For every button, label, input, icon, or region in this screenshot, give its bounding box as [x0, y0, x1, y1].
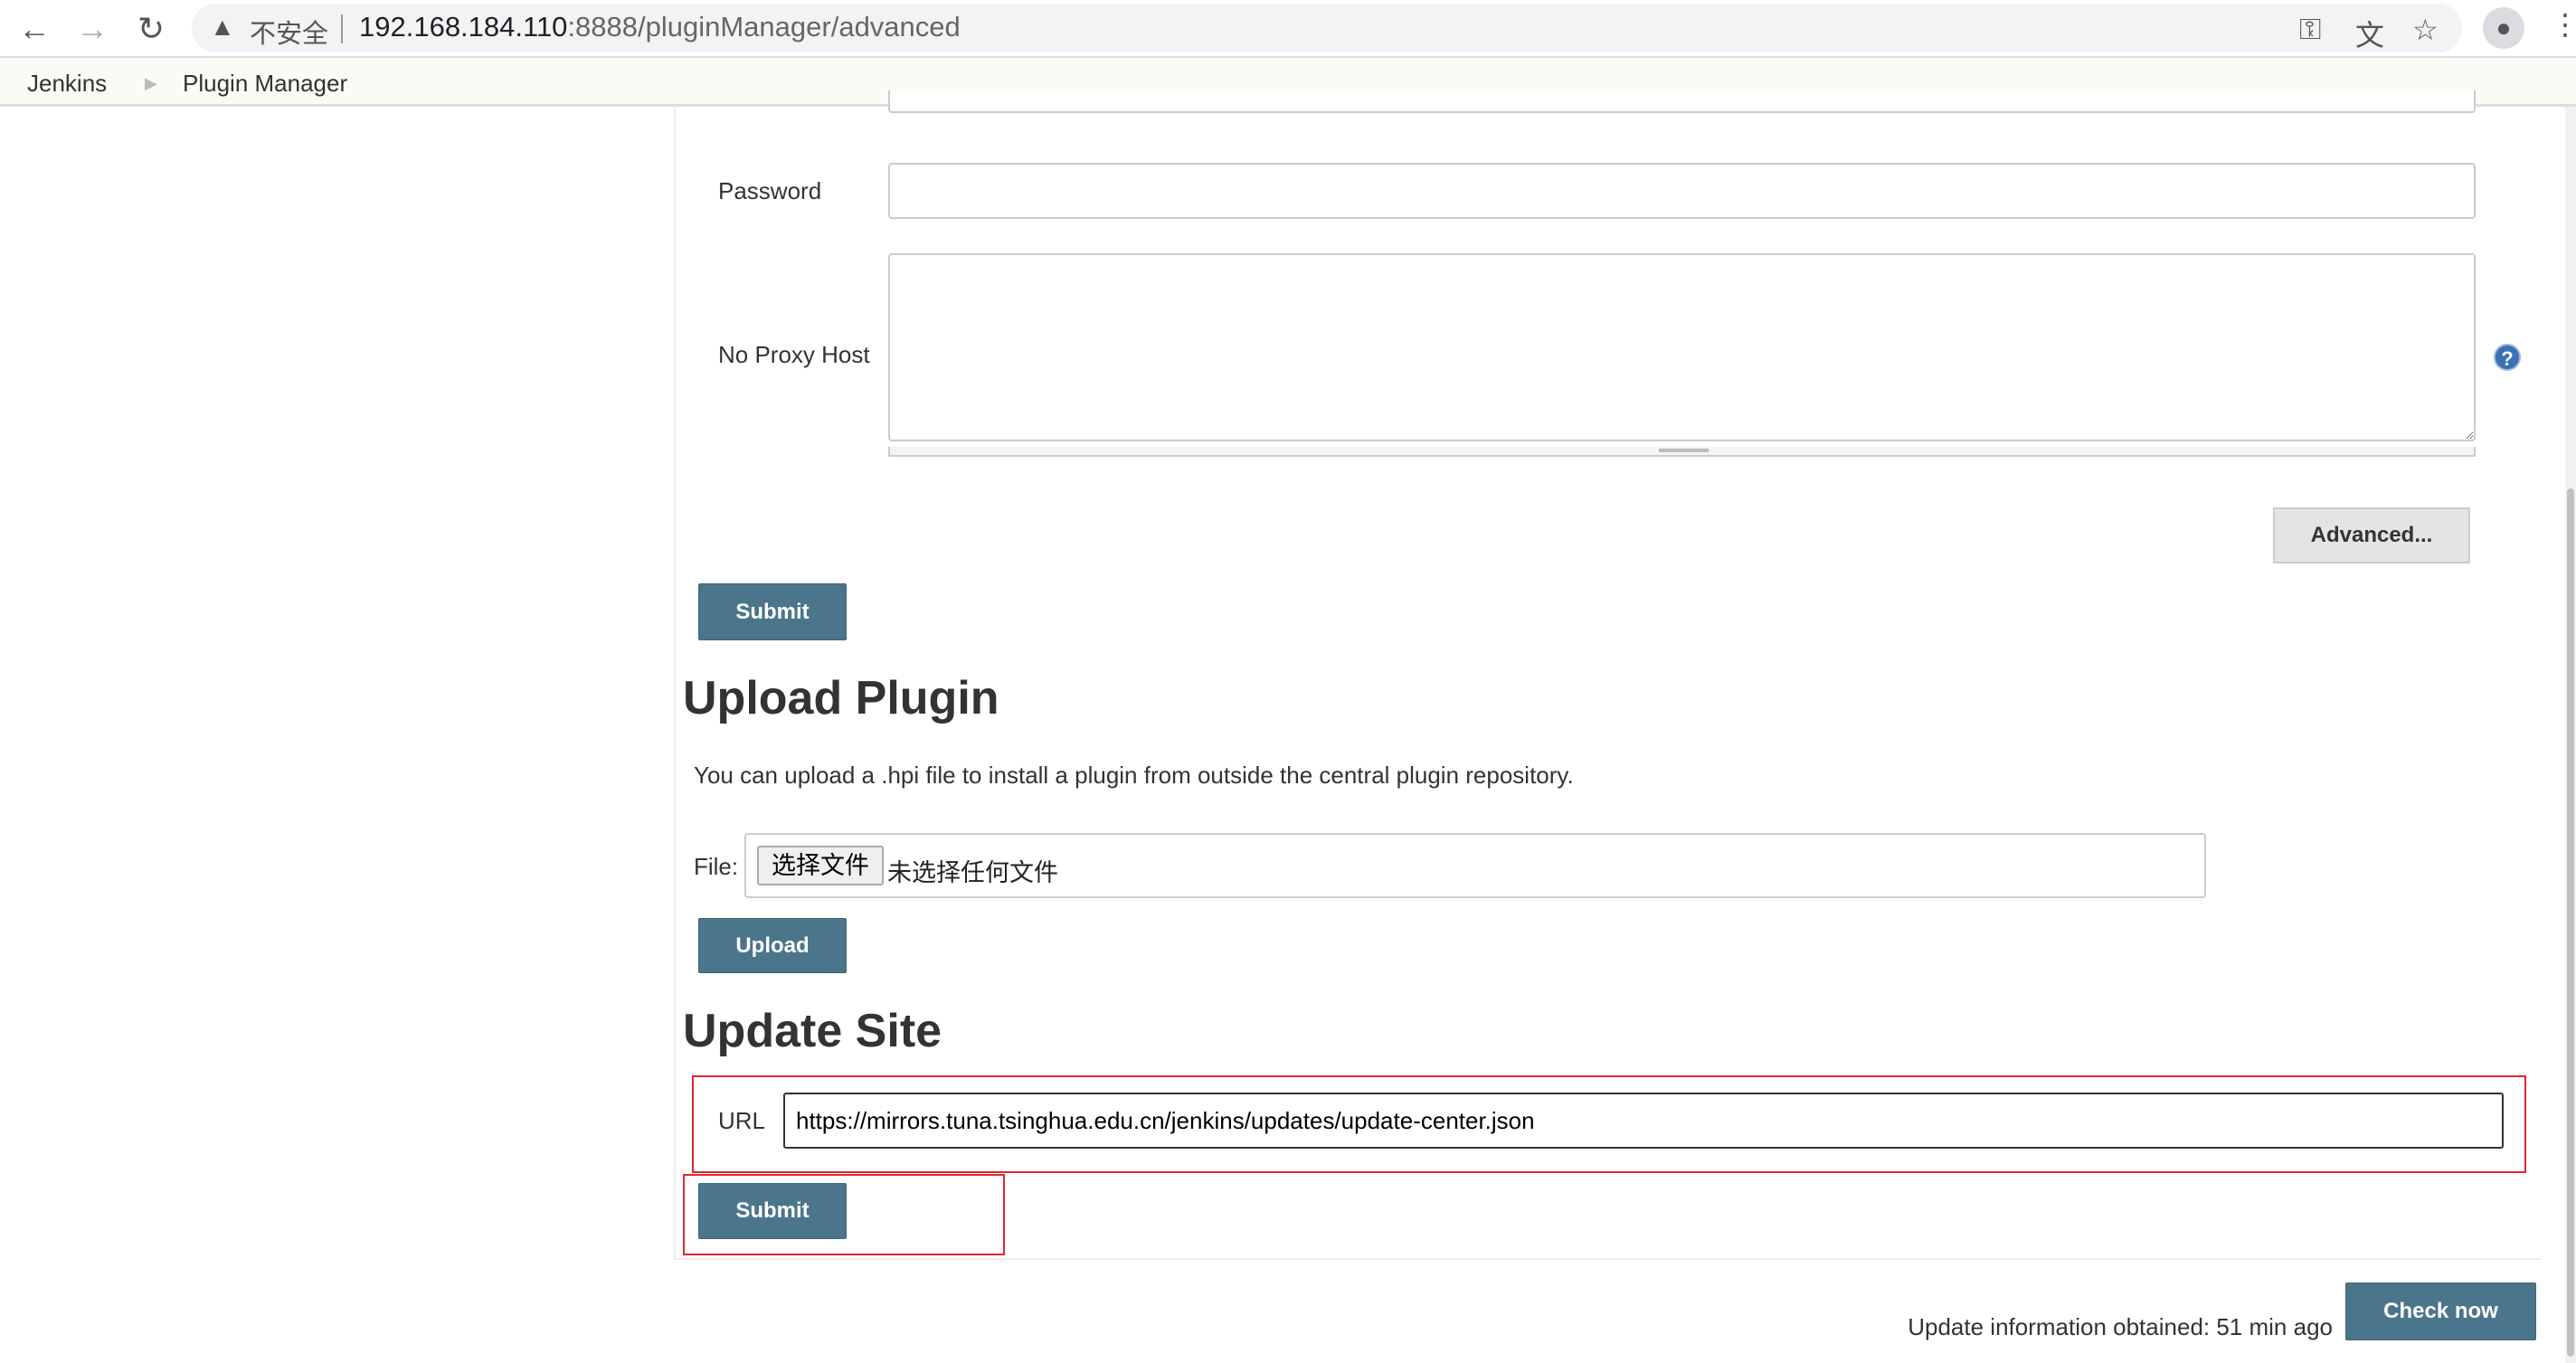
warning-icon: ▲: [210, 13, 235, 41]
file-input[interactable]: 选择文件 未选择任何文件: [744, 833, 2206, 898]
insecure-label: 不安全: [250, 20, 329, 49]
scrollbar-thumb[interactable]: [2567, 488, 2574, 1357]
url-label: URL: [718, 1107, 766, 1134]
upload-plugin-heading: Upload Plugin: [683, 672, 999, 724]
help-icon[interactable]: ?: [2494, 344, 2521, 371]
no-proxy-host-label: No Proxy Host: [718, 341, 870, 368]
advanced-button[interactable]: Advanced...: [2273, 507, 2470, 563]
address-bar[interactable]: ▲ 不安全 192.168.184.110:8888/pluginManager…: [192, 4, 2462, 52]
password-input[interactable]: [888, 163, 2476, 219]
forward-icon[interactable]: →: [72, 9, 112, 49]
breadcrumb-plugin-manager[interactable]: Plugin Manager: [183, 70, 347, 98]
no-proxy-host-textarea[interactable]: [888, 253, 2476, 441]
chevron-right-icon: ▶: [145, 74, 157, 92]
breadcrumb-jenkins[interactable]: Jenkins: [27, 70, 107, 98]
translate-icon[interactable]: 文: [2355, 13, 2384, 54]
update-site-submit-button[interactable]: Submit: [698, 1183, 847, 1239]
url-path: :8888/pluginManager/advanced: [567, 11, 961, 43]
star-icon[interactable]: ☆: [2412, 13, 2439, 47]
back-icon[interactable]: ←: [14, 9, 54, 49]
update-site-url-input[interactable]: [783, 1093, 2504, 1149]
proxy-submit-button[interactable]: Submit: [698, 583, 847, 640]
url-host: 192.168.184.110: [359, 11, 568, 43]
no-file-chosen-text: 未选择任何文件: [887, 859, 1058, 886]
password-label: Password: [718, 177, 822, 204]
check-now-button[interactable]: Check now: [2345, 1283, 2536, 1340]
divider: [674, 1258, 2542, 1260]
key-icon[interactable]: ⚿: [2299, 13, 2321, 47]
profile-icon[interactable]: ●: [2483, 7, 2524, 49]
menu-icon[interactable]: ⋮: [2551, 7, 2576, 42]
update-site-heading: Update Site: [683, 1005, 942, 1057]
reload-icon[interactable]: ↻: [131, 9, 171, 49]
update-info-text: Update information obtained: 51 min ago: [1908, 1313, 2333, 1340]
browser-toolbar: ← → ↻ ▲ 不安全 192.168.184.110:8888/pluginM…: [0, 0, 2576, 58]
divider: [674, 107, 676, 1260]
textarea-resize-handle[interactable]: [888, 447, 2476, 457]
choose-file-button[interactable]: 选择文件: [757, 846, 884, 885]
url-text[interactable]: 192.168.184.110:8888/pluginManager/advan…: [359, 11, 961, 43]
upload-description: You can upload a .hpi file to install a …: [694, 762, 1574, 789]
file-label: File:: [694, 853, 739, 880]
upload-button[interactable]: Upload: [698, 918, 847, 973]
previous-field[interactable]: [888, 90, 2476, 113]
divider: [341, 14, 343, 43]
